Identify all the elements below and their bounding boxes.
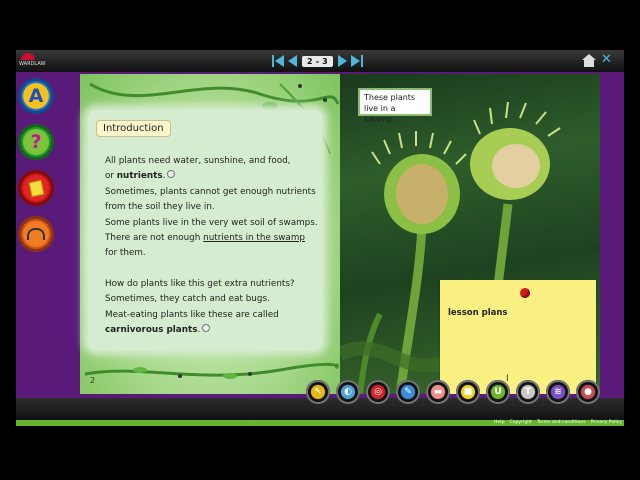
first-page-bar-icon[interactable]	[272, 55, 274, 67]
footer-link[interactable]: Privacy Policy	[591, 420, 622, 425]
screen-tool[interactable]: ≋	[546, 380, 570, 404]
audio-icon	[23, 221, 49, 247]
prev-page-arrow-icon[interactable]	[288, 55, 297, 67]
body-text: All plants need water, sunshine, and foo…	[105, 154, 325, 338]
right-page: These plants live in a swamp. lesson pla…	[340, 74, 600, 394]
pointer-icon: ↖	[311, 385, 325, 399]
body-line: for them.	[105, 248, 146, 259]
screen-icon: ≋	[551, 385, 565, 399]
body-line: from the soil they live in.	[105, 202, 215, 213]
audio-dot-icon[interactable]	[202, 324, 211, 333]
font-a-icon: A	[23, 83, 49, 109]
footer-link[interactable]: Help	[494, 420, 504, 425]
top-bar: WARDLAW 2 – 3 ✕	[16, 50, 624, 72]
pen-icon: ✎	[401, 385, 415, 399]
text-icon: T	[521, 385, 535, 399]
ebook-window: WARDLAW 2 – 3 ✕ A? Introduction All plan…	[16, 50, 624, 426]
audio-dot-icon[interactable]	[167, 170, 176, 179]
pushpin-icon[interactable]	[520, 288, 530, 298]
body-line: or nutrients.	[105, 169, 325, 184]
toolbar: ↖ ◐ ◎ ✎ ▬ ■ U T ≋ ●	[306, 380, 606, 404]
page-indicator[interactable]: 2 – 3	[302, 55, 333, 67]
body-line: Meat-eating plants like these are called	[105, 309, 279, 320]
page-navigation: 2 – 3	[272, 53, 363, 69]
publisher-logo: WARDLAW	[19, 53, 45, 68]
audio-button[interactable]	[18, 216, 54, 252]
pointer-tool[interactable]: ↖	[306, 380, 330, 404]
section-heading: Introduction	[96, 120, 171, 137]
footer-links: Help Copyright Terms and conditions Privacy…	[489, 419, 622, 426]
body-line: carnivorous plants.	[105, 323, 325, 338]
footer: Help Copyright Terms and conditions Privacy…	[16, 420, 624, 426]
body-line: All plants need water, sunshine, and foo…	[105, 156, 291, 166]
home-icon[interactable]	[582, 54, 596, 68]
sticky-note-text[interactable]: lesson plans	[448, 308, 508, 318]
eraser-icon: ▬	[431, 385, 445, 399]
font-a-button[interactable]: A	[18, 78, 54, 114]
highlighter-icon: ■	[461, 385, 475, 399]
zoom-icon: ◎	[371, 385, 385, 399]
body-line: Sometimes, they catch and eat bugs.	[105, 294, 270, 305]
help-icon: ?	[23, 129, 49, 155]
footer-link[interactable]: Terms and conditions	[537, 420, 586, 425]
body-line: How do plants like this get extra nutrie…	[105, 278, 295, 289]
notes-button[interactable]	[18, 170, 54, 206]
footer-link[interactable]: Copyright	[510, 420, 532, 425]
glossary-term[interactable]: nutrients	[117, 171, 163, 181]
body-line: Some plants live in the very wet soil of…	[105, 217, 318, 228]
page-number: 2	[90, 376, 96, 385]
body-line: Sometimes, plants cannot get enough nutr…	[105, 186, 316, 197]
book-spread: Introduction All plants need water, suns…	[80, 74, 600, 394]
last-page-arrow-icon[interactable]	[350, 55, 360, 67]
body-line: There are not enough nutrients in the sw…	[105, 233, 305, 244]
eraser-tool[interactable]: ▬	[426, 380, 450, 404]
caption-callout: These plants live in a swamp.	[358, 88, 432, 124]
glossary-term[interactable]: carnivorous plants	[105, 325, 197, 335]
zoom-tool[interactable]: ◎	[366, 380, 390, 404]
last-page-bar-icon[interactable]	[360, 55, 363, 67]
first-page-arrow-icon[interactable]	[275, 55, 284, 67]
close-icon[interactable]: ✕	[601, 52, 612, 68]
text-tool[interactable]: T	[516, 380, 540, 404]
notes-icon	[23, 175, 49, 201]
spotlight-icon: ◐	[341, 385, 355, 399]
pen-tool[interactable]: ✎	[396, 380, 420, 404]
spotlight-tool[interactable]: ◐	[336, 380, 360, 404]
record-icon: ●	[581, 385, 595, 399]
sticky-note[interactable]: lesson plans I	[440, 280, 596, 394]
help-button[interactable]: ?	[18, 124, 54, 160]
next-page-arrow-icon[interactable]	[337, 55, 347, 67]
record-tool[interactable]: ●	[576, 380, 600, 404]
hotspot-link[interactable]: nutrients in the swamp	[203, 233, 305, 243]
highlighter-tool[interactable]: ■	[456, 380, 480, 404]
underline-tool[interactable]: U	[486, 380, 510, 404]
left-page: Introduction All plants need water, suns…	[80, 74, 340, 394]
underline-icon: U	[491, 385, 505, 399]
